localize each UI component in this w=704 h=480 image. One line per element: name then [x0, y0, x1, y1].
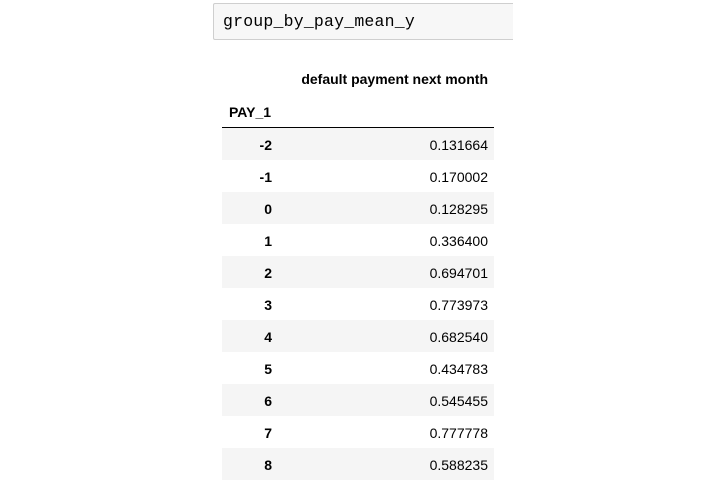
- index-name-header: PAY_1: [229, 104, 272, 120]
- row-value: 0.170002: [429, 169, 488, 185]
- code-input-cell[interactable]: group_by_pay_mean_y: [213, 3, 513, 40]
- column-header: default payment next month: [301, 71, 488, 87]
- table-row: -2 0.131664: [222, 128, 494, 160]
- row-index: 7: [264, 425, 272, 441]
- row-value: 0.128295: [429, 201, 488, 217]
- table-row: 1 0.336400: [222, 224, 494, 256]
- table-body: -2 0.131664 -1 0.170002 0 0.128295 1 0.3…: [222, 128, 494, 480]
- row-index: 2: [264, 265, 272, 281]
- row-index: 3: [264, 297, 272, 313]
- row-value: 0.336400: [429, 233, 488, 249]
- row-value: 0.682540: [429, 329, 488, 345]
- table-row: 5 0.434783: [222, 352, 494, 384]
- row-index: -1: [259, 169, 272, 185]
- code-cell-text: group_by_pay_mean_y: [223, 12, 415, 31]
- row-value: 0.545455: [429, 393, 488, 409]
- row-value: 0.131664: [429, 137, 488, 153]
- table-row: 6 0.545455: [222, 384, 494, 416]
- row-index: -2: [259, 137, 272, 153]
- table-row: 4 0.682540: [222, 320, 494, 352]
- table-row: 0 0.128295: [222, 192, 494, 224]
- table-row: 2 0.694701: [222, 256, 494, 288]
- row-value: 0.777778: [429, 425, 488, 441]
- row-value: 0.694701: [429, 265, 488, 281]
- row-index: 1: [264, 233, 272, 249]
- row-index: 6: [264, 393, 272, 409]
- row-index: 4: [264, 329, 272, 345]
- row-value: 0.434783: [429, 361, 488, 377]
- row-index: 5: [264, 361, 272, 377]
- row-index: 8: [264, 457, 272, 473]
- table-row: 8 0.588235: [222, 448, 494, 480]
- row-index: 0: [264, 201, 272, 217]
- table-row: -1 0.170002: [222, 160, 494, 192]
- row-value: 0.588235: [429, 457, 488, 473]
- row-value: 0.773973: [429, 297, 488, 313]
- table-row: 3 0.773973: [222, 288, 494, 320]
- table-row: 7 0.777778: [222, 416, 494, 448]
